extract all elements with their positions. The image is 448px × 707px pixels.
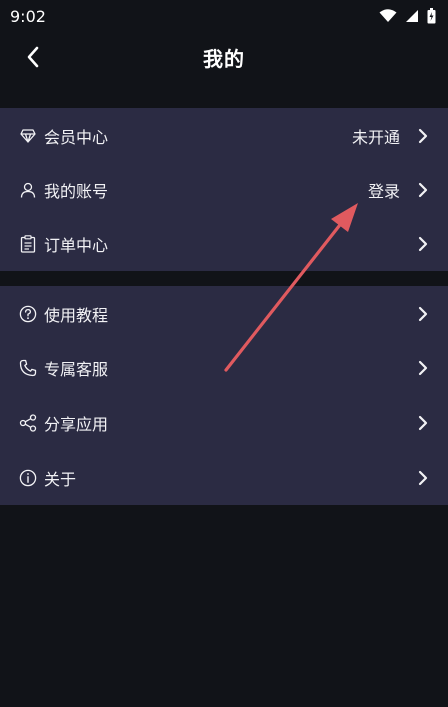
share-icon <box>18 413 38 433</box>
row-label: 我的账号 <box>44 181 109 201</box>
chevron-right-icon <box>416 468 430 488</box>
battery-icon <box>427 8 436 24</box>
row-label: 使用教程 <box>44 305 109 325</box>
row-label: 分享应用 <box>44 414 109 434</box>
chevron-left-icon <box>27 46 39 68</box>
page-title: 我的 <box>203 46 245 71</box>
clipboard-icon <box>18 234 38 254</box>
support-section: 使用教程 专属客服 分享应用 关于 <box>0 286 448 505</box>
chevron-right-icon <box>416 234 430 254</box>
status-time: 9:02 <box>10 6 46 26</box>
help-circle-icon <box>18 304 38 324</box>
account-row[interactable]: 我的账号 登录 <box>0 162 448 217</box>
about-row[interactable]: 关于 <box>0 450 448 505</box>
share-app-row[interactable]: 分享应用 <box>0 395 448 450</box>
signal-icon <box>406 10 418 22</box>
row-label: 会员中心 <box>44 127 109 147</box>
chevron-right-icon <box>416 413 430 433</box>
orders-row[interactable]: 订单中心 <box>0 216 448 271</box>
diamond-icon <box>18 126 38 146</box>
account-section: 会员中心 未开通 我的账号 登录 订单中心 <box>0 108 448 271</box>
wifi-icon <box>379 9 397 22</box>
back-button[interactable] <box>20 44 46 70</box>
row-label: 关于 <box>44 469 77 489</box>
tutorial-row[interactable]: 使用教程 <box>0 286 448 341</box>
row-label: 专属客服 <box>44 359 109 379</box>
phone-icon <box>18 358 38 378</box>
user-icon <box>18 180 38 200</box>
header: 我的 <box>0 32 448 82</box>
chevron-right-icon <box>416 126 430 146</box>
row-label: 订单中心 <box>44 235 109 255</box>
login-link[interactable]: 登录 <box>368 178 400 202</box>
status-icons <box>379 8 436 24</box>
membership-status: 未开通 <box>351 127 400 147</box>
chevron-right-icon <box>416 180 430 200</box>
customer-service-row[interactable]: 专属客服 <box>0 340 448 395</box>
membership-row[interactable]: 会员中心 未开通 <box>0 108 448 163</box>
chevron-right-icon <box>416 304 430 324</box>
chevron-right-icon <box>416 358 430 378</box>
status-bar: 9:02 <box>0 0 448 32</box>
info-icon <box>18 468 38 488</box>
